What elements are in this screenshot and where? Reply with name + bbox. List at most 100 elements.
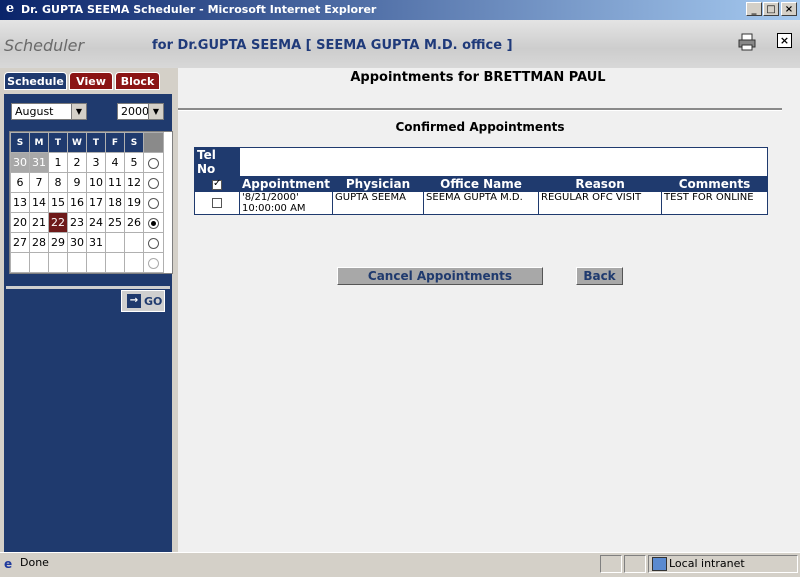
select-all-checkbox[interactable] bbox=[212, 178, 222, 190]
year-value: 2000 bbox=[121, 105, 149, 118]
intranet-icon bbox=[652, 557, 667, 571]
calendar-day[interactable]: 10 bbox=[86, 172, 106, 193]
week-radio[interactable] bbox=[143, 152, 164, 173]
cancel-appointments-button[interactable]: Cancel Appointments bbox=[337, 267, 543, 285]
chevron-down-icon: ▼ bbox=[71, 104, 86, 119]
calendar-day[interactable]: 30 bbox=[67, 232, 87, 253]
chevron-down-icon: ▼ bbox=[148, 104, 163, 119]
calendar-day[interactable]: 28 bbox=[29, 232, 49, 253]
appointments-table: Tel No Appointment Physician Office Name… bbox=[194, 147, 768, 215]
calendar-day[interactable]: 30 bbox=[10, 152, 30, 173]
calendar-day[interactable]: 20 bbox=[10, 212, 30, 233]
calendar-day[interactable]: 31 bbox=[29, 152, 49, 173]
title-bar: e Dr. GUPTA SEEMA Scheduler - Microsoft … bbox=[0, 0, 800, 20]
calendar-day[interactable]: 6 bbox=[10, 172, 30, 193]
calendar-day[interactable]: 18 bbox=[105, 192, 125, 213]
calendar-day[interactable]: 24 bbox=[86, 212, 106, 233]
calendar-day[interactable]: 23 bbox=[67, 212, 87, 233]
tab-schedule[interactable]: Schedule bbox=[4, 72, 67, 90]
calendar-day[interactable]: 16 bbox=[67, 192, 87, 213]
row-select[interactable] bbox=[194, 191, 240, 215]
week-radio-selected[interactable] bbox=[143, 212, 164, 233]
go-button[interactable]: → GO bbox=[121, 290, 165, 312]
calendar-day[interactable]: 17 bbox=[86, 192, 106, 213]
calendar-day[interactable]: 26 bbox=[124, 212, 144, 233]
printer-icon[interactable] bbox=[738, 33, 756, 51]
app-header: Scheduler for Dr.GUPTA SEEMA [ SEEMA GUP… bbox=[0, 20, 800, 68]
close-window-button[interactable]: × bbox=[781, 2, 797, 16]
zone-label: Local intranet bbox=[669, 557, 745, 570]
back-button[interactable]: Back bbox=[576, 267, 623, 285]
year-select[interactable]: 2000 ▼ bbox=[117, 103, 164, 120]
col-comments: Comments bbox=[661, 176, 768, 192]
calendar-day[interactable]: 9 bbox=[67, 172, 87, 193]
calendar-day[interactable]: 21 bbox=[29, 212, 49, 233]
cell-comments: TEST FOR ONLINE bbox=[661, 191, 768, 215]
row-checkbox[interactable] bbox=[212, 197, 222, 208]
calendar-panel: August ▼ 2000 ▼ S M T W T F S 30 31 1 2 … bbox=[4, 94, 173, 552]
select-all-header[interactable] bbox=[194, 176, 240, 192]
calendar-day[interactable]: 7 bbox=[29, 172, 49, 193]
weekday-label: S bbox=[10, 132, 30, 153]
calendar-day[interactable]: 29 bbox=[48, 232, 68, 253]
close-icon[interactable]: × bbox=[777, 33, 792, 48]
calendar-day bbox=[124, 232, 144, 253]
go-label: GO bbox=[144, 295, 163, 308]
ie-icon: e bbox=[5, 1, 15, 16]
calendar-day[interactable]: 13 bbox=[10, 192, 30, 213]
week-select-header bbox=[143, 132, 164, 153]
cell-office: SEEMA GUPTA M.D. bbox=[423, 191, 540, 215]
weekday-label: M bbox=[29, 132, 49, 153]
calendar-day bbox=[124, 252, 144, 273]
calendar-day[interactable]: 5 bbox=[124, 152, 144, 173]
calendar-day bbox=[105, 252, 125, 273]
calendar-divider bbox=[6, 286, 170, 289]
calendar-day bbox=[29, 252, 49, 273]
main-content: Appointments for BRETTMAN PAUL Confirmed… bbox=[178, 68, 800, 552]
month-select[interactable]: August ▼ bbox=[11, 103, 87, 120]
page-title: Appointments for BRETTMAN PAUL bbox=[350, 70, 606, 85]
minimize-button[interactable]: _ bbox=[746, 2, 762, 16]
week-radio[interactable] bbox=[143, 172, 164, 193]
month-value: August bbox=[15, 105, 54, 118]
calendar-day[interactable]: 1 bbox=[48, 152, 68, 173]
col-appointment: Appointment bbox=[238, 176, 334, 192]
calendar-day[interactable]: 11 bbox=[105, 172, 125, 193]
tel-label: Tel No bbox=[194, 147, 240, 177]
status-text: Done bbox=[20, 556, 49, 569]
week-radio[interactable] bbox=[143, 232, 164, 253]
calendar-day[interactable]: 12 bbox=[124, 172, 144, 193]
week-radio[interactable] bbox=[143, 192, 164, 213]
calendar-day bbox=[86, 252, 106, 273]
calendar-day[interactable]: 31 bbox=[86, 232, 106, 253]
calendar-day[interactable]: 8 bbox=[48, 172, 68, 193]
tab-block[interactable]: Block bbox=[115, 72, 160, 90]
calendar-day bbox=[48, 252, 68, 273]
status-bar: e Done Local intranet bbox=[0, 552, 800, 577]
calendar-day bbox=[67, 252, 87, 273]
col-reason: Reason bbox=[538, 176, 663, 192]
window-title: Dr. GUPTA SEEMA Scheduler - Microsoft In… bbox=[21, 3, 377, 16]
security-zone: Local intranet bbox=[648, 555, 798, 573]
col-office: Office Name bbox=[423, 176, 540, 192]
weekday-label: S bbox=[124, 132, 144, 153]
calendar-day[interactable]: 19 bbox=[124, 192, 144, 213]
page-status-icon: e bbox=[4, 557, 13, 571]
calendar-day[interactable]: 4 bbox=[105, 152, 125, 173]
calendar-day bbox=[10, 252, 30, 273]
calendar-day[interactable]: 2 bbox=[67, 152, 87, 173]
status-pane bbox=[624, 555, 646, 573]
tab-view[interactable]: View bbox=[69, 72, 113, 90]
calendar: S M T W T F S 30 31 1 2 3 4 5 6 7 8 9 10… bbox=[9, 131, 173, 274]
calendar-day[interactable]: 25 bbox=[105, 212, 125, 233]
weekday-label: T bbox=[48, 132, 68, 153]
calendar-day[interactable]: 15 bbox=[48, 192, 68, 213]
maximize-button[interactable]: □ bbox=[763, 2, 779, 16]
calendar-day[interactable]: 14 bbox=[29, 192, 49, 213]
section-title: Confirmed Appointments bbox=[395, 120, 565, 134]
calendar-day-today[interactable]: 22 bbox=[48, 212, 68, 233]
calendar-day[interactable]: 3 bbox=[86, 152, 106, 173]
app-logo: Scheduler bbox=[4, 36, 85, 55]
cell-reason: REGULAR OFC VISIT bbox=[538, 191, 663, 215]
calendar-day[interactable]: 27 bbox=[10, 232, 30, 253]
